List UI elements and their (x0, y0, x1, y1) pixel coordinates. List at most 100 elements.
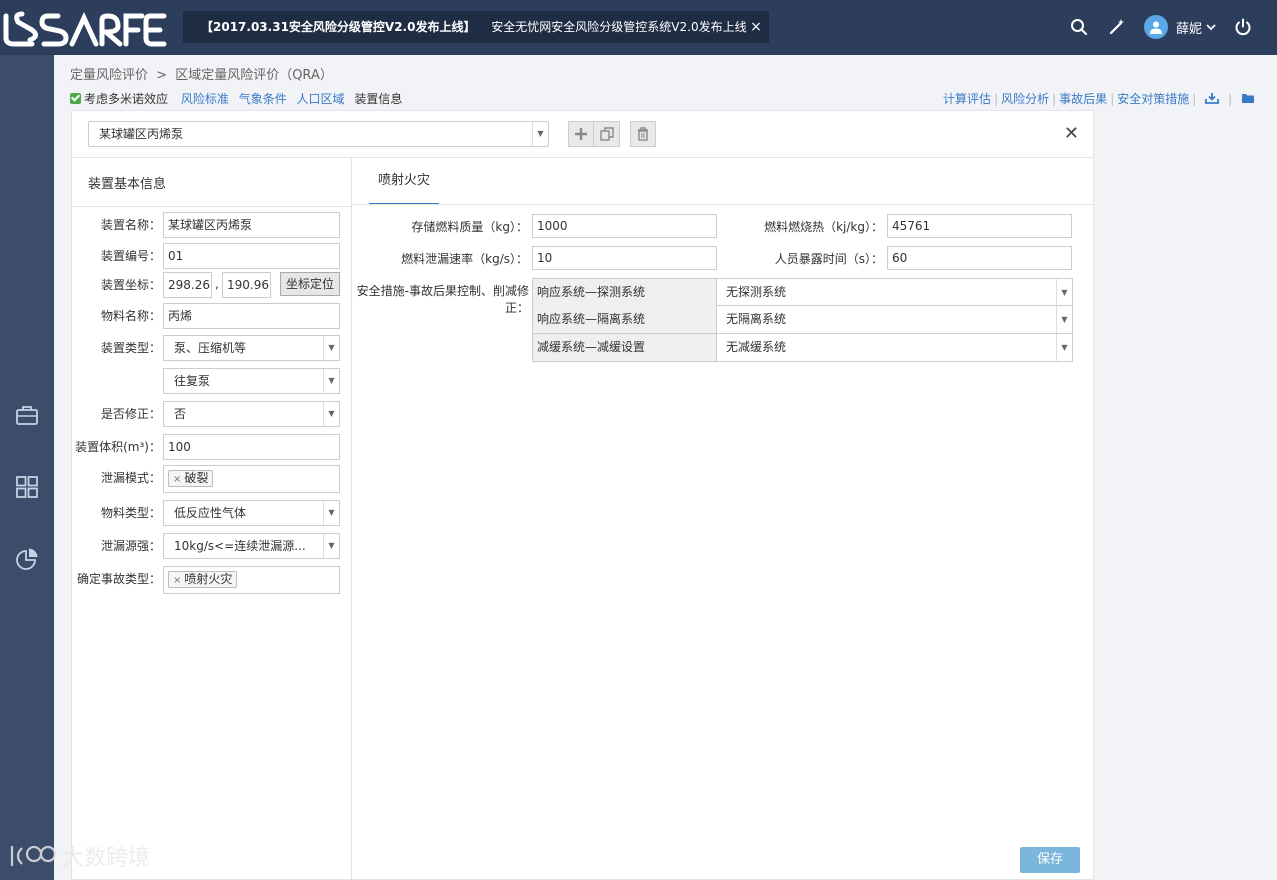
search-icon[interactable] (1066, 14, 1092, 40)
watermark: 大数跨境 (8, 838, 150, 874)
breadcrumb-item-quantitative[interactable]: 定量风险评价 (70, 68, 148, 83)
field-label: 装置体积(m³)： (75, 440, 161, 454)
dropdown-arrow-icon: ▼ (323, 501, 339, 525)
device-select[interactable]: 某球罐区丙烯泵 ▼ (88, 121, 549, 147)
copy-icon (599, 127, 614, 141)
breadcrumb-item-qra[interactable]: 区域定量风险评价（QRA） (175, 68, 333, 83)
option-row: 考虑多米诺效应 风险标准 气象条件 人口区域 装置信息 计算评估 | 风险分析 | 事故… (70, 90, 1255, 108)
tag-label: 喷射火灾 (184, 572, 233, 586)
plus-icon (575, 128, 587, 140)
field-device-coord: 装置坐标： 298.26 , 190.96 坐标定位 (72, 272, 351, 298)
locate-coord-button[interactable]: 坐标定位 (280, 272, 340, 296)
safety-item-value: 无探测系统 (726, 285, 787, 299)
leak-mode-multiselect[interactable]: × 破裂 (163, 465, 340, 493)
fuel-mass-label: 存储燃料质量（kg）： (411, 220, 528, 234)
delete-device-button[interactable] (630, 121, 656, 147)
link-separator: | (1228, 92, 1233, 106)
field-label: 装置类型： (100, 341, 161, 355)
material-type-select[interactable]: 低反应性气体 ▼ (163, 500, 340, 526)
table-row: 响应系统—探测系统 无探测系统 ▼ (532, 278, 1073, 306)
volume-input[interactable]: 100 (163, 434, 340, 460)
param-row-1: 存储燃料质量（kg）： 1000 燃料燃烧热（kj/kg）： 45761 (353, 214, 1093, 238)
briefcase-icon[interactable] (13, 401, 41, 429)
modify-select[interactable]: 否 ▼ (163, 401, 340, 427)
pie-chart-icon[interactable] (13, 545, 41, 573)
watermark-text: 大数跨境 (62, 846, 151, 871)
leak-mode-tag[interactable]: × 破裂 (168, 470, 214, 487)
dropdown-arrow-icon: ▼ (323, 336, 339, 360)
notice-title: 【2017.03.31安全风险分级管控V2.0发布上线】 (201, 20, 476, 34)
device-select-value: 某球罐区丙烯泵 (99, 127, 184, 141)
safety-item-select[interactable]: 无探测系统 ▼ (718, 279, 1072, 306)
safety-item-value: 无减缓系统 (726, 340, 787, 354)
dropdown-arrow-icon: ▼ (1056, 334, 1072, 361)
link-risk-analysis[interactable]: 风险分析 (1001, 92, 1049, 106)
remove-tag-icon[interactable]: × (173, 474, 181, 485)
grid-icon[interactable] (13, 473, 41, 501)
link-calculate[interactable]: 计算评估 (943, 92, 991, 106)
notice-text: 安全无忧网安全风险分级管控系统V2.0发布上线 (491, 20, 747, 34)
link-consequence[interactable]: 事故后果 (1059, 92, 1107, 106)
device-type-select[interactable]: 泵、压缩机等 ▼ (163, 335, 340, 361)
link-separator: | (994, 92, 999, 106)
copy-device-button[interactable] (594, 121, 620, 147)
basic-info-title: 装置基本信息 (88, 177, 167, 192)
leak-rate-label: 燃料泄漏速率（kg/s）： (401, 252, 528, 266)
link-safety-measures[interactable]: 安全对策措施 (1117, 92, 1189, 106)
dropdown-arrow-icon: ▼ (532, 122, 548, 146)
fuel-mass-input[interactable]: 1000 (532, 214, 717, 238)
fuel-heat-input[interactable]: 45761 (887, 214, 1072, 238)
notice-close-button[interactable]: × (749, 11, 763, 43)
coord-x-input[interactable]: 298.26 (163, 272, 212, 298)
power-icon[interactable] (1230, 14, 1256, 40)
device-panel: 某球罐区丙烯泵 ▼ ✕ 装置基本信息 装置名称： 某球罐区丙烯泵 装置编号： 0… (71, 110, 1094, 880)
user-menu[interactable]: 薛妮 (1144, 13, 1216, 41)
safety-item-select[interactable]: 无隔离系统 ▼ (718, 306, 1072, 333)
field-device-code: 装置编号： 01 (72, 243, 351, 269)
save-button[interactable]: 保存 (1020, 847, 1080, 873)
coord-separator: , (215, 277, 219, 291)
exposure-time-input[interactable]: 60 (887, 246, 1072, 270)
safety-measures-table: 响应系统—探测系统 无探测系统 ▼ 响应系统—隔离系统 无隔离系统 ▼ 减缓系统—减… (532, 278, 1073, 362)
tab-jet-fire[interactable]: 喷射火灾 (369, 158, 439, 205)
remove-tag-icon[interactable]: × (173, 575, 181, 586)
action-links: 计算评估 | 风险分析 | 事故后果 | 安全对策措施 | | (943, 90, 1255, 107)
link-weather[interactable]: 气象条件 (239, 92, 287, 106)
domino-checkbox[interactable] (70, 93, 81, 104)
close-panel-icon[interactable]: ✕ (1064, 123, 1079, 144)
device-name-input[interactable]: 某球罐区丙烯泵 (163, 212, 340, 238)
watermark-logo-icon (10, 845, 57, 866)
safety-item-name: 响应系统—隔离系统 (533, 306, 717, 333)
field-label: 装置名称： (100, 218, 161, 232)
device-code-input[interactable]: 01 (163, 243, 340, 269)
dropdown-arrow-icon: ▼ (1056, 279, 1072, 306)
dropdown-arrow-icon: ▼ (323, 402, 339, 426)
field-label: 泄漏模式： (100, 471, 161, 485)
field-leak-mode: 泄漏模式： × 破裂 (72, 465, 351, 493)
breadcrumb-separator: > (156, 68, 168, 83)
material-name-input[interactable]: 丙烯 (163, 303, 340, 329)
link-population[interactable]: 人口区域 (297, 92, 345, 106)
field-label: 物料名称： (100, 309, 161, 323)
folder-icon[interactable] (1241, 92, 1255, 104)
link-risk-standard[interactable]: 风险标准 (181, 92, 229, 106)
coord-y-input[interactable]: 190.96 (222, 272, 271, 298)
leak-source-select[interactable]: 10kg/s<=连续泄漏源... ▼ (163, 533, 340, 559)
modify-value: 否 (174, 407, 187, 421)
field-device-type: 装置类型： 泵、压缩机等 ▼ (72, 335, 351, 361)
download-icon[interactable] (1205, 92, 1220, 104)
leak-rate-input[interactable]: 10 (532, 246, 717, 270)
safety-item-select[interactable]: 无减缓系统 ▼ (718, 334, 1072, 361)
add-device-button[interactable] (568, 121, 594, 147)
link-separator: | (1192, 92, 1197, 106)
magic-wand-icon[interactable] (1104, 14, 1130, 40)
accident-type-multiselect[interactable]: × 喷射火灾 (163, 566, 340, 594)
safety-item-name: 响应系统—探测系统 (533, 279, 717, 306)
notice-banner[interactable]: 【2017.03.31安全风险分级管控V2.0发布上线】 安全无忧网安全风险分级… (183, 11, 769, 43)
device-subtype-select[interactable]: 往复泵 ▼ (163, 368, 340, 394)
app-logo[interactable] (2, 8, 167, 48)
accident-type-tag[interactable]: × 喷射火灾 (168, 571, 238, 588)
param-row-2: 燃料泄漏速率（kg/s）： 10 人员暴露时间（s）： 60 (353, 246, 1093, 270)
left-sidebar (0, 55, 54, 880)
field-label: 泄漏源强： (100, 539, 161, 553)
